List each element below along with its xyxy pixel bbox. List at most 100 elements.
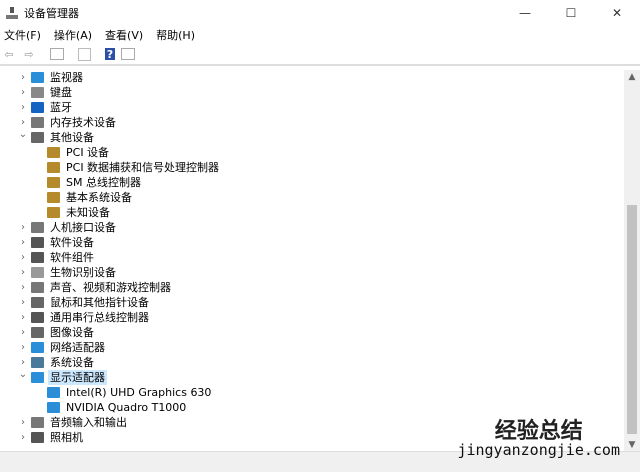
tree-item-label: 声音、视频和游戏控制器	[50, 281, 171, 294]
chevron-right-icon[interactable]: ›	[18, 72, 28, 83]
tree-item-label: 未知设备	[66, 206, 110, 219]
tree-item[interactable]: › 内存技术设备	[0, 115, 624, 130]
tree-item[interactable]: 未知设备	[0, 205, 624, 220]
scrollbar-thumb[interactable]	[627, 205, 637, 434]
tree-item[interactable]: › 通用串行总线控制器	[0, 310, 624, 325]
chevron-right-icon[interactable]: ›	[18, 252, 28, 263]
tree-item-label: SM 总线控制器	[66, 176, 141, 189]
tree-item[interactable]: › 鼠标和其他指针设备	[0, 295, 624, 310]
back-icon[interactable]: ⇦	[2, 47, 16, 61]
tree-item[interactable]: › 键盘	[0, 85, 624, 100]
chevron-down-icon[interactable]: ⌄	[18, 369, 28, 380]
tree-item[interactable]: › 系统设备	[0, 355, 624, 370]
warning-icon	[47, 192, 60, 203]
close-button[interactable]: ✕	[594, 0, 640, 26]
properties-icon[interactable]	[50, 48, 64, 60]
tree-item[interactable]: Intel(R) UHD Graphics 630	[0, 385, 624, 400]
tree-item[interactable]: › 生物识别设备	[0, 265, 624, 280]
maximize-button[interactable]: ☐	[548, 0, 594, 26]
chevron-right-icon[interactable]: ›	[18, 432, 28, 443]
other-icon	[31, 132, 44, 143]
sound-icon	[31, 282, 44, 293]
chevron-down-icon[interactable]: ⌄	[18, 129, 28, 140]
tree-item[interactable]: › 监视器	[0, 70, 624, 85]
tree-item-label: 显示适配器	[48, 370, 107, 385]
tree-item[interactable]: › 人机接口设备	[0, 220, 624, 235]
chevron-right-icon[interactable]: ›	[18, 417, 28, 428]
tree-item-label: 照相机	[50, 431, 83, 444]
tree-item-label: 音频输入和输出	[50, 416, 127, 429]
usb-icon	[31, 312, 44, 323]
chevron-right-icon[interactable]: ›	[18, 222, 28, 233]
tree-item-label: 软件组件	[50, 251, 94, 264]
tree-item[interactable]: SM 总线控制器	[0, 175, 624, 190]
keyboard-icon	[31, 87, 44, 98]
bluetooth-icon	[31, 102, 44, 113]
menu-view[interactable]: 查看(V)	[105, 27, 143, 43]
device-tree: › 监视器 › 键盘 › 蓝牙 › 内存技术设备 ⌄ 其他设备 PCI 设备 PCI 数据捕获和信号处…	[0, 70, 624, 445]
tree-item-label: PCI 数据捕获和信号处理控制器	[66, 161, 220, 174]
chevron-right-icon[interactable]: ›	[18, 342, 28, 353]
chevron-right-icon[interactable]: ›	[18, 327, 28, 338]
system-icon	[31, 357, 44, 368]
scan-icon[interactable]	[78, 47, 91, 61]
toolbar: ⇦ ⇨ ?	[0, 44, 640, 66]
minimize-button[interactable]: —	[502, 0, 548, 26]
tree-item[interactable]: › 软件设备	[0, 235, 624, 250]
display-icon	[31, 372, 44, 383]
chevron-right-icon[interactable]: ›	[18, 282, 28, 293]
monitor-icon	[31, 72, 44, 83]
tree-item-label: 蓝牙	[50, 101, 72, 114]
tree-item[interactable]: › 软件组件	[0, 250, 624, 265]
tree-item[interactable]: › 网络适配器	[0, 340, 624, 355]
biometric-icon	[31, 267, 44, 278]
vertical-scrollbar[interactable]: ▲ ▼	[624, 70, 640, 452]
tree-item-label: PCI 设备	[66, 146, 110, 159]
scroll-down-icon[interactable]: ▼	[624, 440, 640, 450]
chevron-right-icon[interactable]: ›	[18, 357, 28, 368]
tree-item-label: NVIDIA Quadro T1000	[66, 401, 187, 414]
hid-icon	[31, 222, 44, 233]
watermark-url: jingyanzongjie.com	[457, 441, 620, 459]
tree-item[interactable]: › 声音、视频和游戏控制器	[0, 280, 624, 295]
tree-item[interactable]: ⌄ 显示适配器	[0, 369, 624, 385]
menu-bar: 文件(F) 操作(A) 查看(V) 帮助(H)	[0, 26, 640, 44]
network-icon	[31, 342, 44, 353]
memory-icon	[31, 117, 44, 128]
menu-help[interactable]: 帮助(H)	[156, 27, 195, 43]
tree-item[interactable]: › 蓝牙	[0, 100, 624, 115]
component-icon	[31, 252, 44, 263]
tree-item-label: 人机接口设备	[50, 221, 116, 234]
chevron-right-icon[interactable]: ›	[18, 87, 28, 98]
chevron-right-icon[interactable]: ›	[18, 267, 28, 278]
chevron-right-icon[interactable]: ›	[18, 237, 28, 248]
tree-item-label: 键盘	[50, 86, 72, 99]
device-manager-icon	[6, 7, 18, 19]
tree-item[interactable]: › 图像设备	[0, 325, 624, 340]
tree-item[interactable]: PCI 设备	[0, 145, 624, 160]
update-icon[interactable]	[121, 48, 135, 60]
camera-icon	[31, 432, 44, 443]
mouse-icon	[31, 297, 44, 308]
scroll-up-icon[interactable]: ▲	[624, 72, 640, 82]
tree-item[interactable]: 基本系统设备	[0, 190, 624, 205]
chevron-right-icon[interactable]: ›	[18, 297, 28, 308]
chevron-right-icon[interactable]: ›	[18, 102, 28, 113]
chevron-right-icon[interactable]: ›	[18, 312, 28, 323]
tree-item[interactable]: PCI 数据捕获和信号处理控制器	[0, 160, 624, 175]
tree-item[interactable]: ⌄ 其他设备	[0, 129, 624, 145]
display-icon	[47, 387, 60, 398]
forward-icon[interactable]: ⇨	[22, 47, 36, 61]
tree-item-label: 通用串行总线控制器	[50, 311, 149, 324]
menu-file[interactable]: 文件(F)	[4, 27, 41, 43]
chevron-right-icon[interactable]: ›	[18, 117, 28, 128]
tree-item-label: 监视器	[50, 71, 83, 84]
tree-item-label: 系统设备	[50, 356, 94, 369]
tree-item[interactable]: NVIDIA Quadro T1000	[0, 400, 624, 415]
warning-icon	[47, 147, 60, 158]
help-icon[interactable]: ?	[105, 48, 115, 61]
title-bar: 设备管理器 — ☐ ✕	[0, 0, 640, 26]
tree-item-label: Intel(R) UHD Graphics 630	[66, 386, 212, 399]
menu-action[interactable]: 操作(A)	[54, 27, 92, 43]
tree-item-label: 内存技术设备	[50, 116, 116, 129]
